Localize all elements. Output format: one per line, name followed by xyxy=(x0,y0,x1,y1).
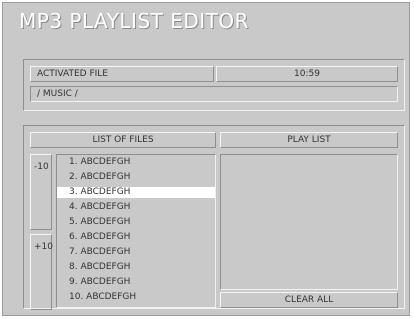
play-list-header: PLAY LIST xyxy=(220,132,398,148)
file-list-item[interactable]: 2. ABCDEFGH xyxy=(57,172,215,183)
play-list[interactable] xyxy=(220,154,398,290)
editor-screen: MP3 PLAYLIST EDITOR ACTIVATED FILE 10:59… xyxy=(2,2,410,316)
file-list-item[interactable]: 1. ABCDEFGH xyxy=(57,157,215,168)
activated-file-time: 10:59 xyxy=(216,66,398,82)
file-list-item[interactable]: 8. ABCDEFGH xyxy=(57,262,215,273)
file-list-item[interactable]: 7. ABCDEFGH xyxy=(57,247,215,258)
activated-file-path: / MUSIC / xyxy=(30,86,398,102)
list-of-files-header: LIST OF FILES xyxy=(30,132,216,148)
file-list[interactable]: 1. ABCDEFGH 2. ABCDEFGH 3. ABCDEFGH 4. ABCD… xyxy=(56,154,216,308)
clear-all-button[interactable]: CLEAR ALL xyxy=(220,292,398,308)
file-list-item[interactable]: 10. ABCDEFGH xyxy=(57,292,215,303)
file-list-item[interactable]: 6. ABCDEFGH xyxy=(57,232,215,243)
file-list-item[interactable]: 5. ABCDEFGH xyxy=(57,217,215,228)
app-title: MP3 PLAYLIST EDITOR xyxy=(19,9,250,33)
page-down-button[interactable]: +10 xyxy=(30,234,53,310)
file-list-item[interactable]: 4. ABCDEFGH xyxy=(57,202,215,213)
file-list-item[interactable]: 9. ABCDEFGH xyxy=(57,277,215,288)
activated-file-label: ACTIVATED FILE xyxy=(30,66,214,82)
activated-file-panel: ACTIVATED FILE 10:59 / MUSIC / xyxy=(23,59,405,111)
page-up-button[interactable]: -10 xyxy=(30,154,52,230)
lists-panel: LIST OF FILES PLAY LIST -10 +10 1. ABCDE… xyxy=(23,125,405,310)
file-list-item[interactable]: 3. ABCDEFGH xyxy=(57,187,215,198)
